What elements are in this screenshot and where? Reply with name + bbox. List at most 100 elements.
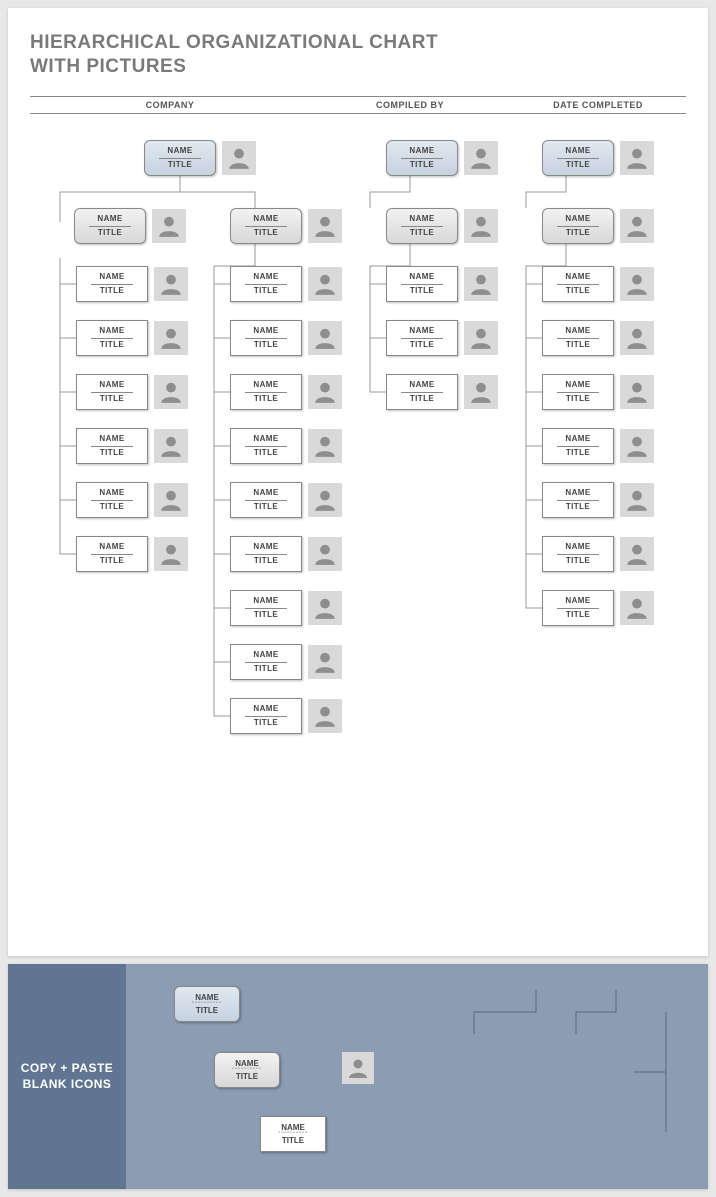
person-box: NAME TITLE <box>76 320 148 356</box>
title: TITLE <box>254 394 278 404</box>
person-box: NAMETITLE <box>230 644 302 680</box>
node-a-r-child[interactable]: NAME TITLE <box>230 482 342 518</box>
name: NAME <box>253 272 278 282</box>
node-c-child[interactable]: NAME TITLE <box>542 374 654 410</box>
name: NAME <box>253 704 278 714</box>
avatar-icon <box>308 537 342 571</box>
person-box: NAMETITLE <box>386 320 458 356</box>
node-a-r-child[interactable]: NAMETITLE <box>230 590 342 626</box>
title: TITLE <box>254 502 278 512</box>
person-box: NAMETITLE <box>76 428 148 464</box>
divider <box>557 226 599 227</box>
title: TITLE <box>100 340 124 350</box>
node-a-l-child[interactable]: NAMETITLE <box>76 482 188 518</box>
divider <box>557 500 599 501</box>
sample-avatar-icon[interactable] <box>342 1052 374 1084</box>
node-b-root[interactable]: NAMETITLE <box>386 140 498 176</box>
name: NAME <box>565 146 590 156</box>
name: NAME <box>409 272 434 282</box>
title: TITLE <box>410 286 434 296</box>
node-a-l2-right[interactable]: NAME TITLE <box>230 208 342 244</box>
node-a-l2-left[interactable]: NAME TITLE <box>74 208 186 244</box>
person-box: NAMETITLE <box>76 266 148 302</box>
person-box: NAMETITLE <box>542 536 614 572</box>
sample-box-gray[interactable]: NAME ---------- TITLE <box>214 1052 280 1088</box>
node-c-l2[interactable]: NAMETITLE <box>542 208 654 244</box>
divider <box>557 158 599 159</box>
divider <box>159 158 201 159</box>
avatar-icon <box>154 429 188 463</box>
divider <box>89 226 131 227</box>
divider <box>245 554 287 555</box>
node-b-l2[interactable]: NAMETITLE <box>386 208 498 244</box>
title: TITLE <box>566 340 590 350</box>
node-a-r-child[interactable]: NAMETITLE <box>230 320 342 356</box>
title: TITLE <box>566 160 590 170</box>
avatar-icon <box>308 429 342 463</box>
title: TITLE <box>410 160 434 170</box>
divider <box>91 392 133 393</box>
title: TITLE <box>566 394 590 404</box>
avatar-icon <box>152 209 186 243</box>
node-c-child[interactable]: NAMETITLE <box>542 536 654 572</box>
header-company: COMPANY <box>30 97 310 113</box>
node-c-child[interactable]: NAMETITLE <box>542 320 654 356</box>
node-b-child[interactable]: NAME TITLE <box>386 266 498 302</box>
node-a-r-child[interactable]: NAMETITLE <box>230 644 342 680</box>
node-c-root[interactable]: NAME TITLE <box>542 140 654 176</box>
title: TITLE <box>254 228 278 238</box>
node-a-r-child[interactable]: NAMETITLE <box>230 428 342 464</box>
node-a-root[interactable]: NAME TITLE <box>144 140 256 176</box>
name: NAME <box>253 326 278 336</box>
name: NAME <box>253 488 278 498</box>
person-box: NAME TITLE <box>230 482 302 518</box>
avatar-icon <box>464 321 498 355</box>
person-box: NAME ---------- TITLE <box>214 1052 280 1088</box>
node-a-r-child[interactable]: NAMETITLE <box>230 266 342 302</box>
avatar-icon <box>308 483 342 517</box>
node-a-r-child[interactable]: NAMETITLE <box>230 698 342 734</box>
node-a-l-child[interactable]: NAMETITLE <box>76 428 188 464</box>
divider <box>245 284 287 285</box>
name: NAME <box>99 326 124 336</box>
node-a-r-child[interactable]: NAMETITLE <box>230 536 342 572</box>
divider <box>401 158 443 159</box>
avatar-icon <box>620 483 654 517</box>
name: NAME <box>97 214 122 224</box>
copy-paste-area: NAME ---------- TITLE NAME ---------- TI… <box>126 964 708 1189</box>
node-a-l-child[interactable]: NAMETITLE <box>76 536 188 572</box>
page-title-line2: WITH PICTURES <box>30 56 686 78</box>
node-c-child[interactable]: NAMETITLE <box>542 590 654 626</box>
org-chart-page: HIERARCHICAL ORGANIZATIONAL CHART WITH P… <box>8 8 708 956</box>
person-box: NAMETITLE <box>230 698 302 734</box>
person-box: NAME TITLE <box>230 208 302 244</box>
name: NAME <box>565 380 590 390</box>
name: NAME <box>253 650 278 660</box>
sample-box-white[interactable]: NAME ---------- TITLE <box>260 1116 326 1152</box>
node-c-child[interactable]: NAMETITLE <box>542 482 654 518</box>
node-c-child[interactable]: NAMETITLE <box>542 428 654 464</box>
node-b-child[interactable]: NAMETITLE <box>386 374 498 410</box>
person-box: NAME ---------- TITLE <box>260 1116 326 1152</box>
sample-box-blue[interactable]: NAME ---------- TITLE <box>174 986 240 1022</box>
avatar-icon <box>308 267 342 301</box>
person-box: NAMETITLE <box>386 208 458 244</box>
title: TITLE <box>168 160 192 170</box>
person-box: NAMETITLE <box>542 320 614 356</box>
node-a-r-child[interactable]: NAMETITLE <box>230 374 342 410</box>
node-a-l-child[interactable]: NAMETITLE <box>76 374 188 410</box>
title: TITLE <box>410 228 434 238</box>
node-b-child[interactable]: NAMETITLE <box>386 320 498 356</box>
title: TITLE <box>566 610 590 620</box>
sample-connectors[interactable] <box>466 982 686 1177</box>
header-date: DATE COMPLETED <box>510 97 686 113</box>
title: TITLE <box>100 286 124 296</box>
header-row: COMPANY COMPILED BY DATE COMPLETED <box>30 96 686 114</box>
avatar-icon <box>154 375 188 409</box>
node-c-child[interactable]: NAMETITLE <box>542 266 654 302</box>
title: TITLE <box>100 448 124 458</box>
node-a-l-child[interactable]: NAMETITLE <box>76 266 188 302</box>
node-a-l-child[interactable]: NAME TITLE <box>76 320 188 356</box>
person-box: NAMETITLE <box>542 266 614 302</box>
name: NAME <box>565 488 590 498</box>
